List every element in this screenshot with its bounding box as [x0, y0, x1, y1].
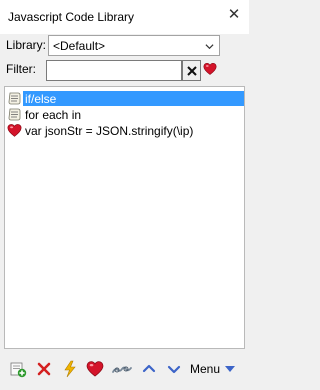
lightning-icon — [64, 360, 76, 378]
run-snippet-button[interactable] — [61, 360, 79, 378]
library-label: Library: — [6, 38, 47, 52]
snippet-name: var jsonStr = JSON.stringify(\ip) — [25, 124, 194, 138]
favorite-button[interactable] — [86, 360, 104, 378]
move-up-button[interactable] — [140, 360, 158, 378]
triangle-down-icon — [225, 366, 235, 372]
clear-icon — [187, 66, 197, 76]
list-item[interactable]: if/else — [5, 90, 244, 107]
menu-label: Menu — [190, 362, 221, 376]
favorite-filter-heart-icon[interactable] — [203, 62, 217, 76]
link-icon — [112, 366, 132, 373]
list-item[interactable]: for each in — [5, 106, 244, 123]
snippet-name: for each in — [25, 108, 82, 122]
add-snippet-button[interactable] — [9, 360, 27, 378]
filter-input[interactable] — [46, 60, 182, 81]
heart-icon — [7, 124, 22, 137]
chevron-down-icon — [205, 44, 214, 50]
heart-icon — [86, 361, 104, 377]
add-icon — [10, 362, 27, 378]
library-select[interactable]: <Default> — [48, 35, 220, 56]
close-icon[interactable]: ✕ — [226, 6, 242, 22]
move-down-button[interactable] — [165, 360, 183, 378]
library-select-value: <Default> — [53, 39, 106, 53]
chevron-down-icon — [167, 365, 181, 374]
script-icon — [8, 108, 21, 121]
clear-filter-button[interactable] — [182, 60, 201, 81]
script-icon — [8, 92, 21, 105]
list-item[interactable]: var jsonStr = JSON.stringify(\ip) — [5, 122, 244, 139]
title-bar: Javascript Code Library ✕ — [0, 0, 249, 34]
link-button[interactable] — [112, 360, 132, 378]
delete-snippet-button[interactable] — [35, 360, 53, 378]
chevron-up-icon — [142, 364, 156, 373]
delete-icon — [37, 362, 51, 376]
window-title: Javascript Code Library — [8, 10, 135, 24]
bottom-toolbar: Menu — [0, 354, 249, 384]
filter-label: Filter: — [6, 62, 36, 76]
menu-button[interactable]: Menu — [190, 362, 238, 378]
snippet-name: if/else — [23, 91, 244, 106]
snippet-list[interactable]: if/else for each in var jsonStr = JSON.s… — [4, 86, 245, 349]
